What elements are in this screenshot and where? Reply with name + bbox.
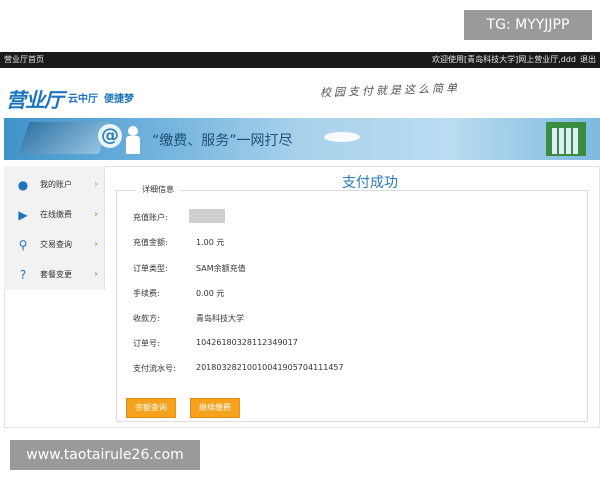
- detail-value: 1.00 元: [196, 238, 225, 247]
- search-icon: ⚲: [18, 238, 28, 252]
- watermark-bottom: www.taotairule26.com: [10, 440, 200, 470]
- detail-label: 订单号:: [133, 339, 160, 348]
- person-illustration: [124, 126, 142, 154]
- logo-subtitle: 云中厅 便捷梦: [68, 90, 134, 105]
- mouse-illustration: [324, 132, 360, 142]
- masked-account-value: [189, 209, 225, 223]
- page-title: 支付成功: [342, 175, 398, 191]
- balance-query-button[interactable]: 余额查询: [126, 398, 176, 418]
- welcome-message: 欢迎使用[青岛科技大学]网上营业厅,ddd: [431, 55, 576, 64]
- detail-value: 10426180328112349017: [196, 338, 298, 347]
- detail-label: 支付流水号:: [133, 364, 176, 373]
- home-link[interactable]: 营业厅首页: [4, 52, 44, 68]
- chevron-right-icon: ›: [94, 269, 98, 280]
- building-icon: [546, 122, 586, 156]
- logo[interactable]: 营业厅: [6, 84, 64, 113]
- continue-payment-button[interactable]: 继续缴费: [190, 398, 240, 418]
- sidebar-item-plan-change[interactable]: ? 套餐变更 ›: [4, 260, 104, 290]
- chevron-right-icon: ›: [94, 209, 98, 220]
- detail-value: 青岛科技大学: [196, 314, 244, 323]
- sidebar-item-label: 套餐变更: [40, 270, 72, 279]
- sidebar-item-label: 交易查询: [40, 240, 72, 249]
- watermark-top: TG: MYYJJPP: [464, 10, 592, 40]
- detail-value: SAM余额充值: [196, 264, 246, 273]
- top-bar: 营业厅首页 欢迎使用[青岛科技大学]网上营业厅,ddd 退出: [0, 52, 600, 68]
- banner: @ “缴费、服务”一网打尽: [4, 118, 600, 160]
- payment-icon: ▶: [18, 208, 28, 222]
- logo-sub-1: 云中厅: [68, 94, 98, 105]
- sidebar-item-online-payment[interactable]: ▶ 在线缴费 ›: [4, 200, 104, 230]
- chevron-right-icon: ›: [94, 179, 98, 190]
- detail-label: 收款方:: [133, 314, 160, 323]
- sidebar-item-transaction-query[interactable]: ⚲ 交易查询 ›: [4, 230, 104, 260]
- detail-row-serial-number: 支付流水号: 20180328210010041905704111457: [133, 363, 344, 374]
- details-fieldset: [116, 190, 588, 422]
- laptop-illustration: [18, 122, 110, 154]
- banner-text: “缴费、服务”一网打尽: [152, 133, 293, 149]
- detail-label: 充值账户:: [133, 213, 168, 222]
- details-legend: 详细信息: [136, 184, 180, 196]
- detail-row-amount: 充值金额: 1.00 元: [133, 237, 224, 248]
- detail-row-fee: 手续费: 0.00 元: [133, 288, 224, 299]
- detail-label: 订单类型:: [133, 264, 168, 273]
- at-sign-icon: @: [98, 124, 122, 148]
- logo-sub-2: 便捷梦: [104, 94, 134, 105]
- detail-label: 手续费:: [133, 289, 160, 298]
- logout-link[interactable]: 退出: [580, 55, 596, 64]
- header-slogan: 校园支付就是这么简单: [319, 81, 461, 100]
- detail-value: 20180328210010041905704111457: [196, 363, 344, 372]
- question-icon: ?: [19, 268, 27, 282]
- sidebar-item-my-account[interactable]: ● 我的账户 ›: [4, 170, 104, 200]
- user-icon: ●: [17, 178, 29, 192]
- detail-value: 0.00 元: [196, 289, 225, 298]
- detail-row-order-type: 订单类型: SAM余额充值: [133, 263, 246, 274]
- chevron-right-icon: ›: [94, 239, 98, 250]
- detail-label: 充值金额:: [133, 238, 168, 247]
- detail-row-payee: 收款方: 青岛科技大学: [133, 313, 244, 324]
- sidebar: ● 我的账户 › ▶ 在线缴费 › ⚲ 交易查询 › ? 套餐变更 ›: [4, 166, 105, 290]
- sidebar-item-label: 在线缴费: [40, 210, 72, 219]
- welcome-text: 欢迎使用[青岛科技大学]网上营业厅,ddd 退出: [432, 52, 596, 68]
- header: 营业厅 云中厅 便捷梦 校园支付就是这么简单: [0, 68, 600, 118]
- sidebar-item-label: 我的账户: [40, 180, 72, 189]
- detail-row-order-number: 订单号: 10426180328112349017: [133, 338, 298, 349]
- detail-row-account: 充值账户:: [133, 212, 195, 223]
